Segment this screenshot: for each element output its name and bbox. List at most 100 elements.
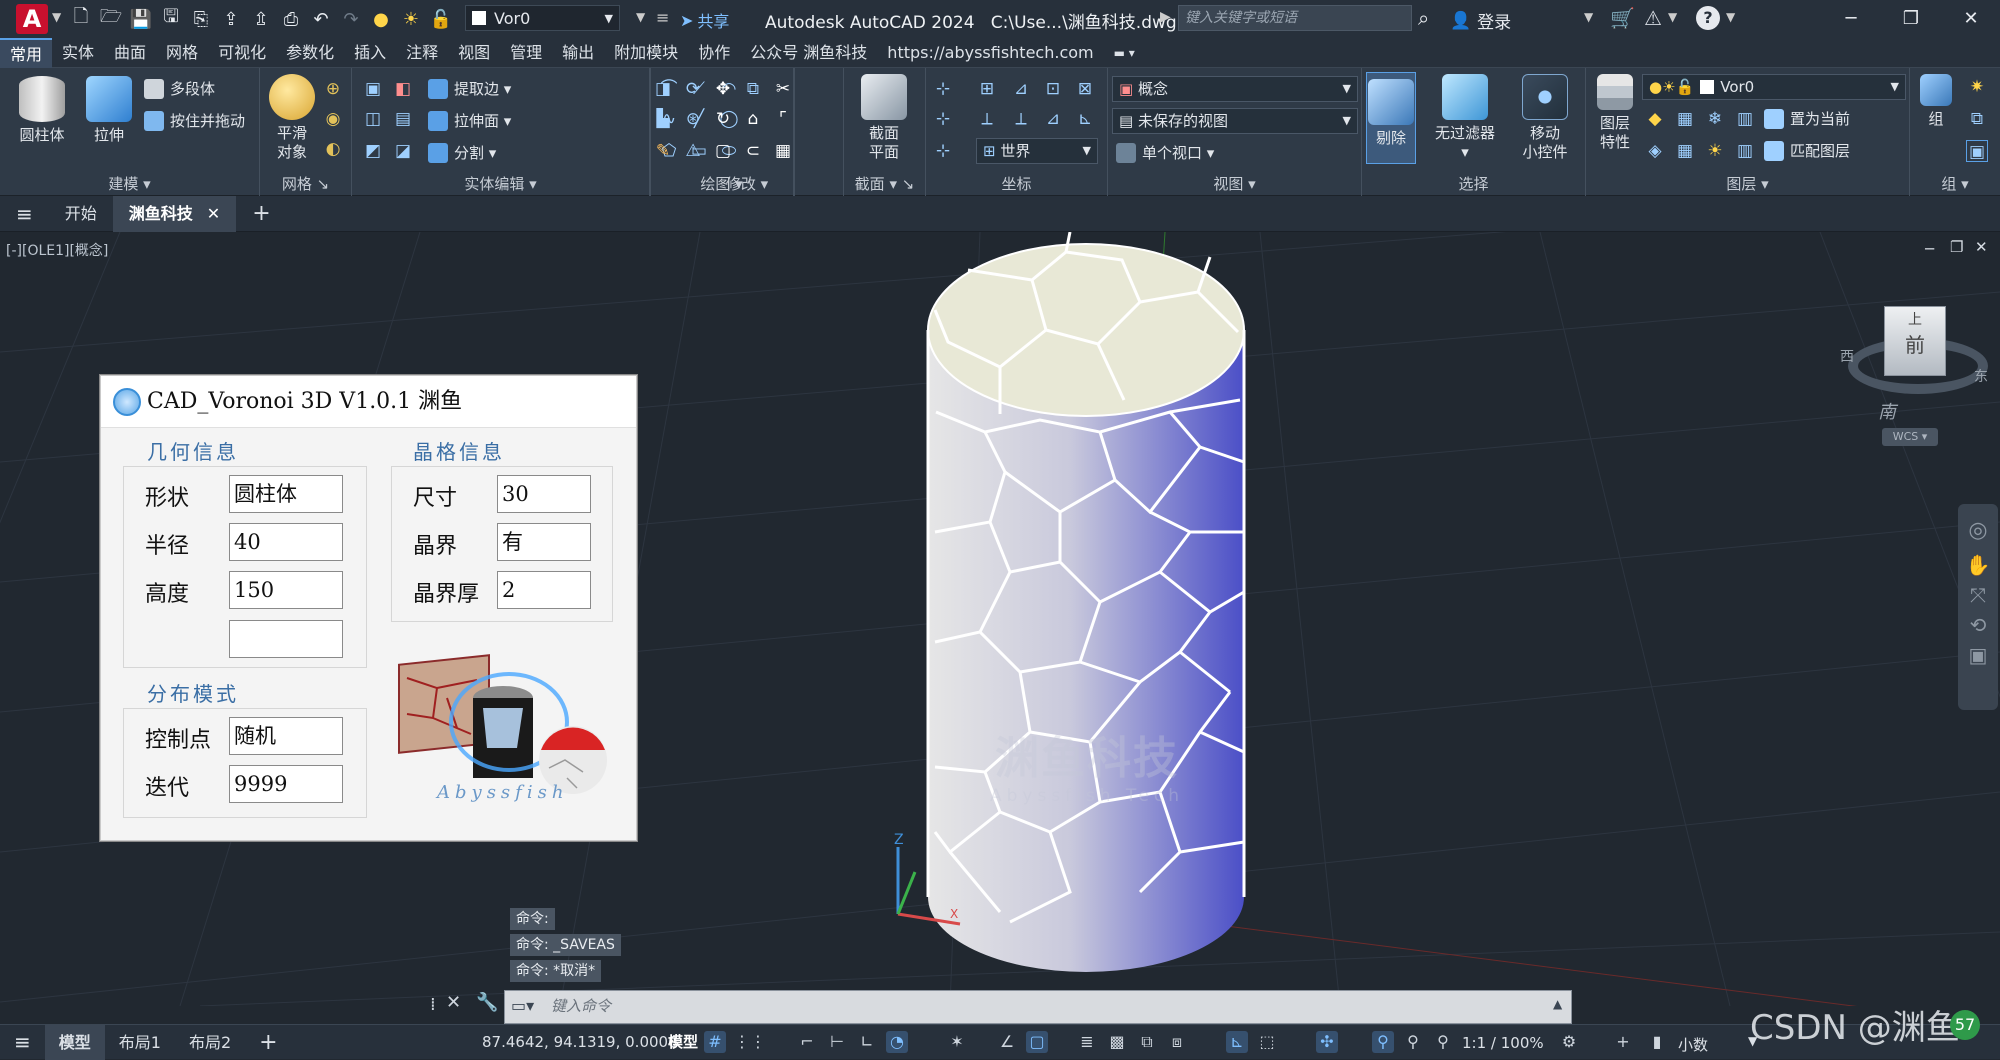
panel-title[interactable]: 图层 ▾ xyxy=(1586,173,1909,194)
selection-filter-icon[interactable]: ⬚ xyxy=(1256,1031,1278,1053)
ortho-icon[interactable]: ∟ xyxy=(856,1031,878,1053)
tab-output[interactable]: 输出 xyxy=(552,38,604,68)
layer-unisolate-icon[interactable]: ▦ xyxy=(1674,140,1696,162)
extract-edges-button[interactable]: 提取边 ▾ xyxy=(428,78,511,99)
dialog-title[interactable]: CAD_Voronoi 3D V1.0.1 渊鱼 xyxy=(101,376,636,428)
lock-icon[interactable]: 🔓 xyxy=(430,8,452,30)
panel-title[interactable]: 截面 ▾ ↘ xyxy=(844,173,925,194)
tab-website[interactable]: https://abyssfishtech.com xyxy=(877,38,1103,68)
panel-title[interactable]: 建模 ▾ xyxy=(0,173,259,194)
dynamic-ucs-icon[interactable]: ⊾ xyxy=(1226,1031,1248,1053)
close-icon[interactable]: ✕ xyxy=(207,196,220,232)
auto-scale-icon[interactable]: ⚲ xyxy=(1402,1031,1424,1053)
pan-icon[interactable]: ✋ xyxy=(1958,553,1998,577)
command-prompt-icon[interactable]: ▭▾ xyxy=(511,996,534,1015)
snap-icon[interactable]: ⋮⋮ xyxy=(734,1031,766,1053)
array-icon[interactable]: ▦ xyxy=(772,140,794,162)
tab-collaborate[interactable]: 协作 xyxy=(688,38,740,68)
ucs-object-icon[interactable]: ⊹ xyxy=(932,108,954,130)
single-viewport-button[interactable]: 单个视口 ▾ xyxy=(1116,142,1214,163)
viewcube-top[interactable]: 上 xyxy=(1885,309,1945,329)
align-icon[interactable]: ▙ xyxy=(652,108,674,130)
tab-start[interactable]: 开始 xyxy=(49,196,113,232)
steering-wheel-icon[interactable]: ◎ xyxy=(1958,518,1998,543)
command-line[interactable]: ▭▾ 键入命令 ▲ xyxy=(504,990,1572,1024)
new-tab-icon[interactable]: + xyxy=(236,196,286,232)
chevron-down-icon[interactable]: ▼ xyxy=(1668,10,1677,24)
mesh-add-icon[interactable]: ⊕ xyxy=(322,78,344,100)
save-icon[interactable]: 💾 xyxy=(130,8,152,30)
layer-lock-icon[interactable]: ▥ xyxy=(1734,108,1756,130)
chevron-right-icon[interactable]: ▶ xyxy=(1160,9,1171,25)
panel-title[interactable]: 坐标 xyxy=(926,173,1107,194)
print-icon[interactable]: ⎙ xyxy=(280,8,302,30)
panel-title[interactable]: 网格 ↘ xyxy=(260,173,351,194)
no-filter-button[interactable]: 无过滤器 ▾ xyxy=(1424,74,1506,162)
units-dropdown[interactable]: 小数 xyxy=(1678,1034,1708,1055)
coordinate-readout[interactable]: 87.4642, 94.1319, 0.0000 xyxy=(482,1033,678,1051)
radius-field[interactable]: 40 xyxy=(229,523,343,561)
set-current-button[interactable]: 置为当前 xyxy=(1764,108,1850,129)
presspull-button[interactable]: 按住并拖动 xyxy=(144,110,245,131)
menu-icon[interactable]: ≡ xyxy=(0,1025,45,1060)
workspace-gear-icon[interactable]: ⚙ xyxy=(1558,1031,1580,1053)
login-button[interactable]: 👤 登录 xyxy=(1450,8,1511,34)
cart-icon[interactable]: 🛒 xyxy=(1610,6,1635,30)
annotation-scale[interactable]: 1:1 / 100% xyxy=(1462,1034,1544,1052)
viewport-restore-icon[interactable]: ❐ xyxy=(1950,238,1963,256)
extrude-faces-button[interactable]: 拉伸面 ▾ xyxy=(428,110,511,131)
annotation-scale-icon[interactable]: ⚲ xyxy=(1432,1031,1454,1053)
tab-visualize[interactable]: 可视化 xyxy=(208,38,276,68)
viewcube[interactable]: 上 前 西 东 南 WCS ▾ xyxy=(1840,306,1990,446)
search-icon[interactable]: ⌕ xyxy=(1418,6,1429,30)
iterations-field[interactable]: 9999 xyxy=(229,765,343,803)
gizmo-icon[interactable]: ✣ xyxy=(1316,1031,1338,1053)
tab-layout2[interactable]: 布局2 xyxy=(175,1025,245,1060)
ucs-dropdown[interactable]: ⊞ 世界 ▼ xyxy=(976,138,1098,164)
tab-annotate[interactable]: 注释 xyxy=(396,38,448,68)
ucs-view-icon[interactable]: ⊾ xyxy=(1074,108,1096,130)
move-gizmo-button[interactable]: 移动 小控件 xyxy=(1510,74,1580,162)
subtract-icon[interactable]: ◧ xyxy=(392,78,414,100)
ucs-z-icon[interactable]: ⊡ xyxy=(1042,78,1064,100)
saved-view-dropdown[interactable]: ▤ 未保存的视图 ▼ xyxy=(1112,108,1358,134)
redo-icon[interactable]: ↷ xyxy=(340,8,362,30)
autocad-logo-button[interactable]: A xyxy=(16,4,48,34)
rectangle-array-icon[interactable]: ▢ xyxy=(712,140,734,162)
move-icon[interactable]: ✥ xyxy=(712,78,734,100)
new-file-icon[interactable]: 🗋 xyxy=(70,6,92,30)
intersect-icon[interactable]: ◫ xyxy=(362,108,384,130)
wcs-menu-button[interactable]: WCS ▾ xyxy=(1882,428,1938,446)
layer-thaw-icon[interactable]: ☀ xyxy=(1704,140,1726,162)
dynamic-input-icon[interactable]: ⊢ xyxy=(826,1031,848,1053)
mesh-reduce-icon[interactable]: ◉ xyxy=(322,108,344,130)
tab-mesh[interactable]: 网格 xyxy=(156,38,208,68)
separate-button[interactable]: 分割 ▾ xyxy=(428,142,496,163)
ucs-icon[interactable]: ⊹ xyxy=(932,78,954,100)
polar-icon[interactable]: ◔ xyxy=(886,1031,908,1053)
polysolid-button[interactable]: 多段体 xyxy=(144,78,215,99)
model-space-button[interactable]: 模型 xyxy=(668,1031,698,1052)
boundary-field[interactable]: 有 xyxy=(497,523,591,561)
group-button[interactable]: 组 xyxy=(1914,74,1958,129)
panel-title[interactable]: 组 ▾ xyxy=(1910,173,2000,194)
tab-home[interactable]: 常用 xyxy=(0,37,53,68)
search-input[interactable]: 键入关键字或短语 xyxy=(1178,5,1412,31)
mesh-refine-icon[interactable]: ◐ xyxy=(322,138,344,160)
lineweight-icon[interactable]: ≣ xyxy=(1076,1031,1098,1053)
lightbulb-icon[interactable]: ● xyxy=(370,8,392,30)
infer-icon[interactable]: ⌐ xyxy=(796,1031,818,1053)
layer-select-dropdown[interactable]: ● ☀ 🔓 Vor0 ▼ xyxy=(1642,74,1906,100)
ucs-x-icon[interactable]: ⟂ xyxy=(976,108,998,130)
menu-icon[interactable]: ≡ xyxy=(0,196,49,232)
ungroup-icon[interactable]: ✷ xyxy=(1966,76,1988,98)
ucs-named-icon[interactable]: ⊹ xyxy=(932,140,954,162)
units-icon[interactable]: ▮ xyxy=(1646,1031,1668,1053)
fillet-icon[interactable]: ⌜ xyxy=(772,108,794,130)
tab-view[interactable]: 视图 xyxy=(448,38,500,68)
tab-parametric[interactable]: 参数化 xyxy=(276,38,344,68)
erase-icon[interactable]: ✎ xyxy=(652,140,674,162)
isodraft-icon[interactable]: ✶ xyxy=(946,1031,968,1053)
save-as-icon[interactable]: 🖫 xyxy=(160,6,182,30)
tab-manage[interactable]: 管理 xyxy=(500,38,552,68)
